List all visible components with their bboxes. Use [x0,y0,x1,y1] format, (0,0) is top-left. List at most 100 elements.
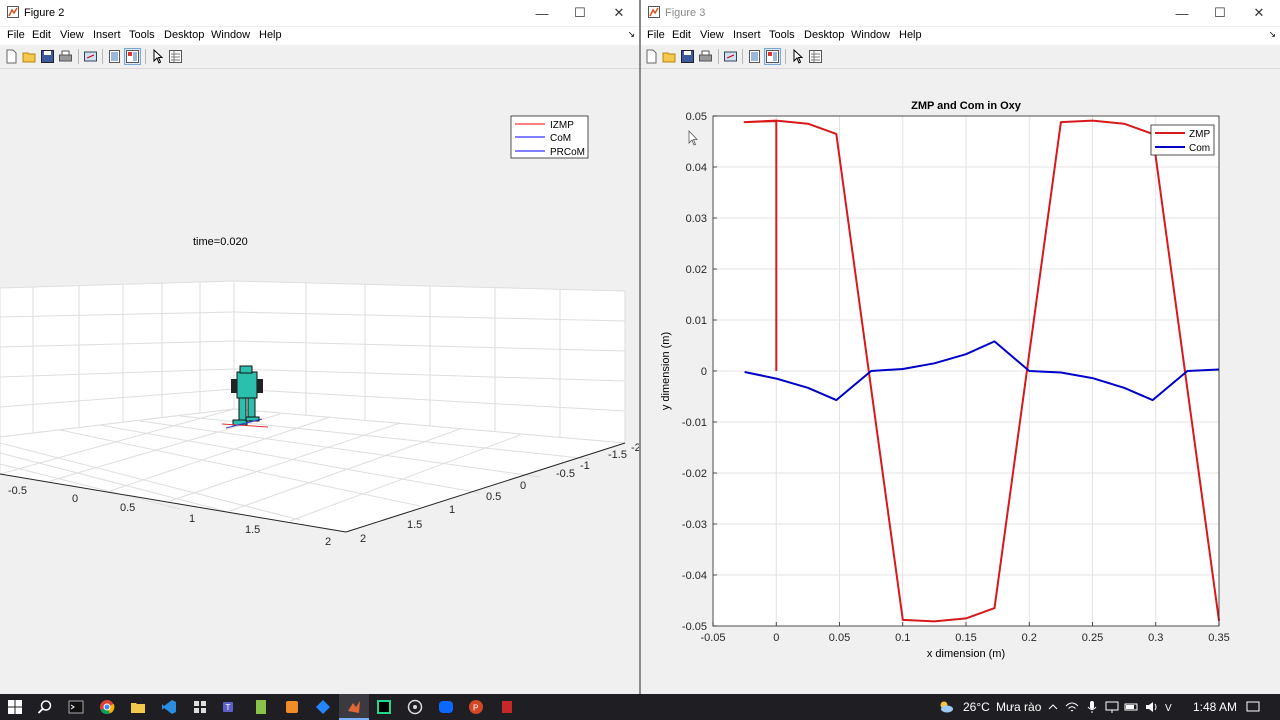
dock-arrow-icon[interactable]: ↘ [627,29,635,40]
menu-file[interactable]: File [7,29,25,41]
menu-view[interactable]: View [60,29,84,41]
link-plot-icon[interactable] [83,49,98,64]
link-plot-icon[interactable] [723,49,738,64]
show-plot-tools-icon[interactable] [124,48,141,65]
toolbar-separator [718,49,719,64]
clock-time[interactable]: 1:48 AM [1193,700,1237,714]
network-icon[interactable] [1104,699,1120,715]
menu-window[interactable]: Window [211,29,250,41]
menu-tools[interactable]: Tools [769,29,795,41]
y-tick-label: -0.01 [682,417,707,429]
sourcetree-icon[interactable] [315,699,331,715]
menu-help[interactable]: Help [899,29,922,41]
print-icon[interactable] [58,49,73,64]
print-icon[interactable] [698,49,713,64]
file-explorer-icon[interactable] [130,699,146,715]
hide-plot-tools-icon[interactable] [107,49,122,64]
legend[interactable]: ZMP Com [1150,124,1215,156]
menu-desktop[interactable]: Desktop [164,29,204,41]
notification-icon[interactable] [1245,699,1261,715]
maximize-button[interactable]: ☐ [1200,0,1240,26]
y-tick-label: -1 [580,460,590,472]
zmp-chart[interactable]: -0.05 0 0.05 0.1 0.15 0.2 0.25 0.3 0.35 0.05 0.04… [641,69,1280,694]
x-tick-label: 1 [189,513,195,525]
x-tick-label: 0.15 [955,632,976,644]
notepad-plus-icon[interactable] [253,699,269,715]
y-tick-label: -1.5 [608,449,627,461]
maximize-button[interactable]: ☐ [560,0,600,26]
legend[interactable]: IZMP CoM PRCoM [510,115,589,159]
chrome-icon[interactable] [99,699,115,715]
microphone-icon[interactable] [1084,699,1100,715]
weather-temp[interactable]: 26°C [963,700,990,714]
new-figure-icon[interactable] [4,49,19,64]
y-tick-label: 0.04 [686,162,707,174]
menu-tools[interactable]: Tools [129,29,155,41]
weather-desc[interactable]: Mưa rào [996,700,1041,714]
x-tick-label: 0 [773,632,779,644]
x-tick-label: 0 [72,493,78,505]
save-icon[interactable] [680,49,695,64]
edit-plot-arrow-icon[interactable] [150,49,165,64]
x-tick-label: 0.1 [895,632,910,644]
menu-view[interactable]: View [700,29,724,41]
menu-file[interactable]: File [647,29,665,41]
figure2-menubar: File Edit View Insert Tools Desktop Wind… [0,27,639,45]
figure3-titlebar[interactable]: Figure 3 — ☐ ✕ [641,0,1280,26]
chevron-up-icon[interactable] [1045,699,1061,715]
hide-plot-tools-icon[interactable] [747,49,762,64]
toolbar-separator [145,49,146,64]
window-title: Figure 3 [665,7,706,19]
close-button[interactable]: ✕ [1239,0,1279,26]
menu-insert[interactable]: Insert [93,29,121,41]
obs-icon[interactable] [407,699,423,715]
zalo-icon[interactable] [438,699,454,715]
x-tick-label: 0.2 [1022,632,1037,644]
jetbrains-icon[interactable] [376,699,392,715]
open-file-icon[interactable] [22,49,37,64]
vscode-icon[interactable] [161,699,177,715]
windows-start-icon[interactable] [7,699,23,715]
save-icon[interactable] [40,49,55,64]
red-app-icon[interactable] [499,699,515,715]
weather-icon[interactable] [938,699,954,715]
show-plot-tools-icon[interactable] [764,48,781,65]
edit-plot-arrow-icon[interactable] [790,49,805,64]
app-grid-icon[interactable] [192,699,208,715]
search-icon[interactable] [37,699,53,715]
volume-icon[interactable] [1144,699,1160,715]
open-property-inspector-icon[interactable] [808,49,823,64]
matlab-icon[interactable] [346,699,362,715]
y-tick-label: 0 [701,366,707,378]
window-title: Figure 2 [24,7,65,19]
dock-arrow-icon[interactable]: ↘ [1268,29,1276,40]
menu-desktop[interactable]: Desktop [804,29,844,41]
open-file-icon[interactable] [662,49,677,64]
svg-text:P: P [473,704,478,713]
language-icon[interactable]: V [1164,699,1180,715]
minimize-button[interactable]: — [1162,0,1202,26]
teams-icon[interactable]: T [222,699,238,715]
figure3-window: Figure 3 — ☐ ✕ File Edit View Insert Too… [641,0,1280,694]
chart-title: ZMP and Com in Oxy [911,100,1022,112]
menu-edit[interactable]: Edit [32,29,51,41]
terminal-icon[interactable] [68,699,84,715]
figure3-menubar: File Edit View Insert Tools Desktop Wind… [641,27,1280,45]
wifi-icon[interactable] [1064,699,1080,715]
mouse-cursor-icon [688,129,698,146]
menu-insert[interactable]: Insert [733,29,761,41]
3d-axes[interactable]: -0.5 0 0.5 1 1.5 2 2 1.5 1 0.5 0 -0.5 -1… [0,69,639,694]
menu-window[interactable]: Window [851,29,890,41]
close-button[interactable]: ✕ [599,0,639,26]
menu-help[interactable]: Help [259,29,282,41]
x-tick-label: 0.05 [829,632,850,644]
open-property-inspector-icon[interactable] [168,49,183,64]
figure2-titlebar[interactable]: Figure 2 — ☐ ✕ [0,0,639,26]
sublime-icon[interactable] [284,699,300,715]
minimize-button[interactable]: — [522,0,562,26]
new-figure-icon[interactable] [644,49,659,64]
menu-edit[interactable]: Edit [672,29,691,41]
y-tick-label: 0.03 [686,213,707,225]
powerpoint-icon[interactable]: P [468,699,484,715]
battery-icon[interactable] [1124,699,1140,715]
